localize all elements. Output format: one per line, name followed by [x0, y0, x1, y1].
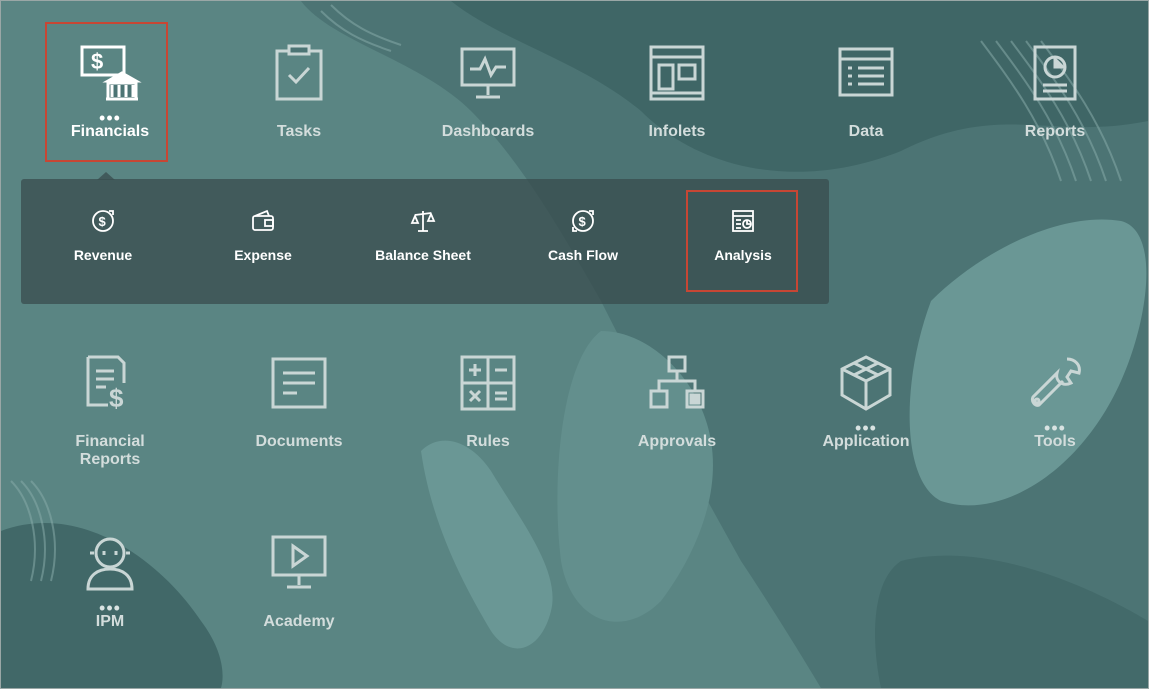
- submenu-item-balance-sheet[interactable]: Balance Sheet: [348, 179, 498, 304]
- revenue-icon: $: [89, 207, 117, 235]
- tile-data[interactable]: Data: [801, 41, 931, 173]
- submenu-label-balance-sheet: Balance Sheet: [375, 247, 471, 263]
- documents-icon: [267, 351, 331, 415]
- tile-label-approvals: Approvals: [637, 433, 717, 450]
- more-dots: •••: [1044, 418, 1066, 438]
- financial-reports-icon: $: [78, 351, 142, 415]
- submenu-item-expense[interactable]: Expense: [188, 179, 338, 304]
- tile-label-dashboards: Dashboards: [441, 123, 535, 140]
- expense-icon: [249, 207, 277, 235]
- tile-label-tools: Tools: [1034, 433, 1076, 450]
- tile-rules[interactable]: Rules: [423, 351, 553, 483]
- tile-label-infolets: Infolets: [648, 123, 706, 140]
- ipm-icon: [78, 531, 142, 595]
- tile-label-academy: Academy: [263, 613, 335, 630]
- rules-icon: [456, 351, 520, 415]
- application-icon: [834, 351, 898, 415]
- tools-icon: [1023, 351, 1087, 415]
- tile-tasks[interactable]: Tasks: [234, 41, 364, 173]
- financials-icon: $: [78, 41, 142, 105]
- tile-label-financial-reports: Financial Reports: [75, 433, 145, 468]
- tasks-icon: [267, 41, 331, 105]
- tile-label-ipm: IPM: [95, 613, 125, 630]
- tile-label-financials: Financials: [70, 123, 150, 140]
- submenu-label-expense: Expense: [234, 247, 292, 263]
- tile-label-application: Application: [822, 433, 910, 450]
- academy-icon: [267, 531, 331, 595]
- tile-ipm[interactable]: ••• IPM: [45, 531, 175, 663]
- approvals-icon: [645, 351, 709, 415]
- more-dots: •••: [99, 598, 121, 618]
- tile-reports[interactable]: Reports: [990, 41, 1120, 173]
- cash-flow-icon: $: [569, 207, 597, 235]
- balance-sheet-icon: [409, 207, 437, 235]
- reports-icon: [1023, 41, 1087, 105]
- submenu-label-cash-flow: Cash Flow: [547, 247, 618, 263]
- tile-financial-reports[interactable]: $ Financial Reports: [45, 351, 175, 483]
- svg-text:$: $: [91, 49, 103, 74]
- tile-label-reports: Reports: [1024, 123, 1086, 140]
- tile-label-rules: Rules: [466, 433, 510, 450]
- tile-infolets[interactable]: Infolets: [612, 41, 742, 173]
- infolets-icon: [645, 41, 709, 105]
- svg-text:$: $: [579, 214, 587, 229]
- tile-label-documents: Documents: [255, 433, 343, 450]
- submenu-item-revenue[interactable]: $ Revenue: [28, 179, 178, 304]
- springboard: $ ••• Financials Tasks Dashboards Infole…: [0, 0, 1149, 689]
- more-dots: •••: [99, 108, 121, 128]
- tile-dashboards[interactable]: Dashboards: [423, 41, 553, 173]
- submenu-item-cash-flow[interactable]: $ Cash Flow: [508, 179, 658, 304]
- tile-tools[interactable]: ••• Tools: [990, 351, 1120, 483]
- more-dots: •••: [855, 418, 877, 438]
- data-icon: [834, 41, 898, 105]
- tile-documents[interactable]: Documents: [234, 351, 364, 483]
- svg-text:$: $: [109, 383, 124, 413]
- tile-application[interactable]: ••• Application: [801, 351, 931, 483]
- tile-academy[interactable]: Academy: [234, 531, 364, 663]
- svg-text:$: $: [99, 214, 107, 229]
- tile-label-data: Data: [848, 123, 884, 140]
- tile-label-tasks: Tasks: [276, 123, 322, 140]
- analysis-selection-highlight: [686, 190, 798, 292]
- tile-approvals[interactable]: Approvals: [612, 351, 742, 483]
- dashboards-icon: [456, 41, 520, 105]
- tile-financials[interactable]: $ ••• Financials: [45, 41, 175, 173]
- submenu-label-revenue: Revenue: [73, 247, 133, 263]
